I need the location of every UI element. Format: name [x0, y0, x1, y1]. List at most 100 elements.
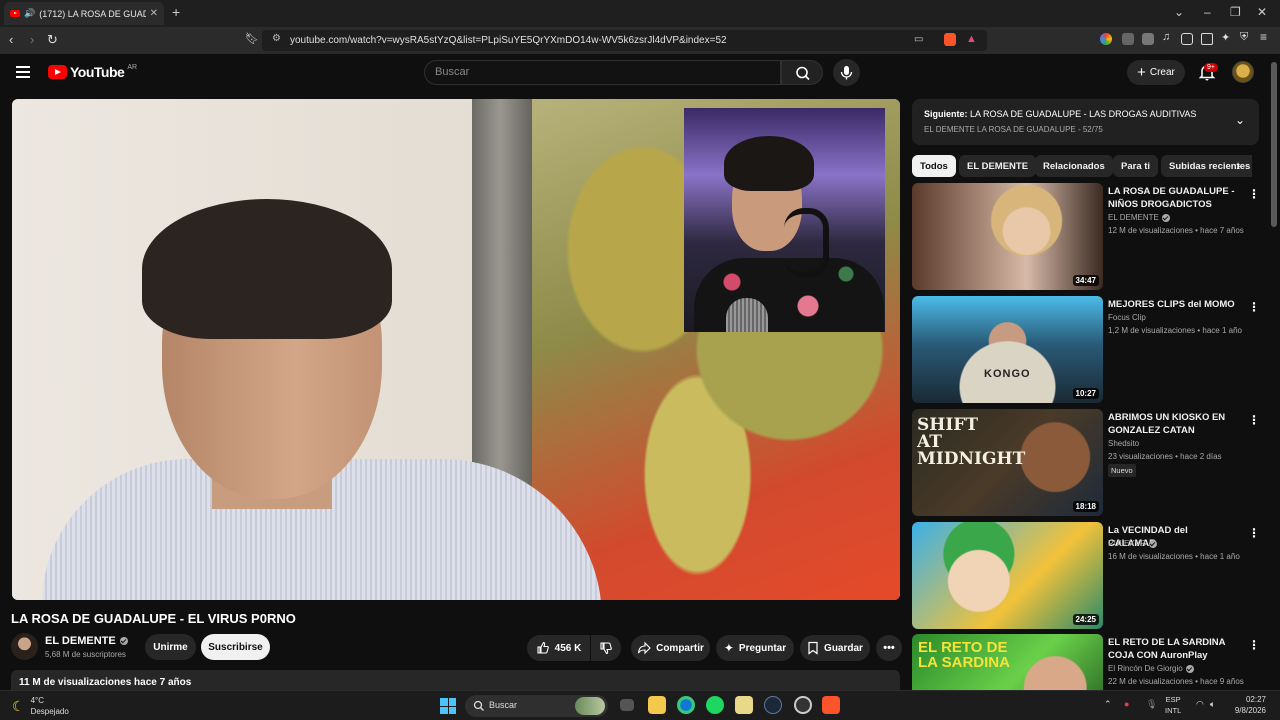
sidebar-icon[interactable] — [1181, 33, 1193, 45]
video-thumbnail[interactable]: EL RETO DE LA SARDINA — [912, 634, 1103, 690]
obs-icon[interactable] — [794, 696, 812, 714]
join-button[interactable]: Unirme — [145, 634, 196, 660]
video-thumbnail[interactable]: KONGO 10:27 — [912, 296, 1103, 403]
browser-tab[interactable]: 🔊 (1712) LA ROSA DE GUADALUPE ✕ — [4, 2, 164, 25]
rec-channel[interactable]: RULEXVR — [1108, 539, 1146, 548]
extension-icon[interactable] — [1142, 33, 1154, 45]
music-icon[interactable]: ♫ — [1162, 31, 1174, 43]
rec-title[interactable]: EL RETO DE LA SARDINA COJA CON AuronPlay — [1108, 636, 1238, 662]
rec-channel-row[interactable]: RULEXVR — [1108, 539, 1157, 548]
maximize-button[interactable]: ❐ — [1230, 5, 1241, 19]
channel-avatar[interactable] — [11, 633, 38, 660]
forward-icon[interactable]: › — [30, 32, 34, 47]
brave-rewards-icon[interactable]: ▲ — [966, 33, 977, 45]
close-window-button[interactable]: ✕ — [1257, 5, 1267, 19]
more-vertical-icon[interactable]: ⋮ — [1248, 413, 1260, 427]
more-vertical-icon[interactable]: ⋮ — [1248, 187, 1260, 201]
video-thumbnail[interactable]: 24:25 — [912, 522, 1103, 629]
voice-search-button[interactable] — [833, 59, 860, 86]
steam-icon[interactable] — [764, 696, 782, 714]
youtube-logo[interactable]: YouTube AR — [48, 64, 137, 80]
task-view-icon[interactable] — [620, 699, 634, 711]
chevron-up-icon[interactable]: ⌃ — [1104, 699, 1112, 710]
create-button[interactable]: + Crear — [1127, 60, 1185, 85]
extension-icon[interactable] — [1100, 33, 1112, 45]
account-avatar[interactable] — [1232, 61, 1254, 83]
search-button[interactable] — [781, 60, 823, 85]
more-vertical-icon[interactable]: ⋮ — [1248, 300, 1260, 314]
chevron-right-icon[interactable]: › — [1236, 158, 1240, 173]
new-tab-button[interactable]: + — [172, 4, 180, 20]
minimize-button[interactable]: – — [1204, 5, 1211, 19]
microphone-tray-icon[interactable]: 🎙︎ — [1146, 699, 1157, 710]
spotify-icon[interactable] — [706, 696, 724, 714]
more-vertical-icon[interactable]: ⋮ — [1248, 526, 1260, 540]
menu-icon[interactable]: ≡ — [1260, 30, 1272, 44]
save-button[interactable]: Guardar — [800, 635, 870, 661]
wallet-icon[interactable] — [1201, 33, 1213, 45]
more-actions-button[interactable]: ••• — [876, 635, 902, 661]
share-button[interactable]: Compartir — [631, 635, 710, 661]
site-info-icon[interactable]: ⚙︎ — [272, 33, 281, 44]
rec-channel-row[interactable]: EL DEMENTE — [1108, 213, 1170, 222]
more-vertical-icon[interactable]: ⋮ — [1248, 638, 1257, 652]
chip-para-ti[interactable]: Para ti — [1113, 155, 1159, 177]
rec-channel-row[interactable]: Focus Clip — [1108, 313, 1146, 322]
chip-el-demente[interactable]: EL DEMENTE — [959, 155, 1037, 177]
leo-ai-icon[interactable]: ✦ — [1221, 31, 1233, 44]
video-player[interactable] — [12, 99, 900, 600]
rec-title[interactable]: LA ROSA DE GUADALUPE - NIÑOS DROGADICTOS — [1108, 185, 1238, 211]
close-tab-icon[interactable]: ✕ — [150, 8, 158, 19]
wifi-icon[interactable]: ◠ — [1196, 699, 1204, 710]
chip-relacionados[interactable]: Relacionados — [1035, 155, 1113, 177]
recommendation-item[interactable]: KONGO 10:27 MEJORES CLIPS del MOMO Focus… — [912, 296, 1260, 404]
language-indicator[interactable]: ESP INTL — [1165, 694, 1181, 716]
extension-icon[interactable] — [1122, 33, 1134, 45]
notes-app-icon[interactable] — [735, 696, 753, 714]
brave-shields-icon[interactable] — [944, 33, 956, 46]
system-clock[interactable]: 02:27 9/8/2026 — [1206, 694, 1266, 716]
video-thumbnail[interactable]: SHIFT AT MIDNIGHT 18:18 — [912, 409, 1103, 516]
search-input[interactable] — [435, 66, 755, 78]
vpn-icon[interactable]: ⛨ — [1240, 31, 1252, 43]
recommendation-item[interactable]: SHIFT AT MIDNIGHT 18:18 ABRIMOS UN KIOSK… — [912, 409, 1260, 517]
video-thumbnail[interactable]: 34:47 — [912, 183, 1103, 290]
description-box[interactable]: 11 M de visualizaciones hace 7 años — [11, 670, 900, 690]
bookmark-icon[interactable]: 🔖︎ — [245, 32, 259, 45]
tray-app-icon[interactable]: ● — [1124, 699, 1129, 709]
channel-name-row[interactable]: EL DEMENTE — [45, 635, 128, 647]
rec-channel[interactable]: El Rincón De Giorgio — [1108, 664, 1183, 673]
rec-channel[interactable]: Shedsito — [1108, 439, 1139, 448]
rec-channel-row[interactable]: El Rincón De Giorgio — [1108, 664, 1194, 673]
like-button[interactable]: 456 K — [527, 635, 590, 661]
dislike-button[interactable] — [591, 635, 621, 661]
address-bar[interactable]: ⚙︎ youtube.com/watch?v=wysRA5stYzQ&list=… — [262, 30, 987, 51]
back-icon[interactable]: ‹ — [9, 32, 13, 47]
hamburger-menu-icon[interactable] — [16, 66, 30, 78]
taskbar-search[interactable]: Buscar — [465, 695, 608, 717]
search-box[interactable] — [424, 60, 781, 85]
page-scrollbar[interactable] — [1271, 62, 1277, 227]
file-explorer-icon[interactable] — [648, 696, 666, 714]
rec-channel-row[interactable]: Shedsito — [1108, 439, 1139, 448]
windows-start-icon[interactable] — [440, 698, 456, 714]
ask-button[interactable]: ✦ Preguntar — [716, 635, 794, 661]
chip-todos[interactable]: Todos — [912, 155, 956, 177]
subscribe-button[interactable]: Suscribirse — [201, 634, 270, 660]
playlist-panel[interactable]: Siguiente: LA ROSA DE GUADALUPE - LAS DR… — [912, 99, 1259, 145]
recommendation-item[interactable]: 34:47 LA ROSA DE GUADALUPE - NIÑOS DROGA… — [912, 183, 1260, 291]
recommendation-item[interactable]: 24:25 La VECINDAD del CALAMAR RULEXVR 16… — [912, 522, 1260, 630]
edge-icon[interactable] — [677, 696, 695, 714]
channel-name[interactable]: EL DEMENTE — [45, 635, 116, 647]
rec-title[interactable]: MEJORES CLIPS del MOMO — [1108, 298, 1238, 311]
reload-icon[interactable]: ↻ — [47, 32, 58, 48]
rec-title[interactable]: ABRIMOS UN KIOSKO EN GONZALEZ CATAN — [1108, 411, 1238, 437]
rec-channel[interactable]: EL DEMENTE — [1108, 213, 1159, 222]
chevron-down-icon[interactable]: ⌄ — [1235, 113, 1245, 127]
weather-widget[interactable]: ☾ 4°C Despejado — [12, 695, 69, 717]
tab-search-icon[interactable]: ⌄ — [1174, 5, 1184, 19]
cast-icon[interactable]: ▭ — [914, 34, 923, 45]
speaker-icon[interactable]: 🔊 — [24, 8, 35, 19]
brave-browser-icon[interactable] — [822, 696, 840, 714]
recommendation-item[interactable]: EL RETO DE LA SARDINA EL RETO DE LA SARD… — [912, 634, 1257, 690]
